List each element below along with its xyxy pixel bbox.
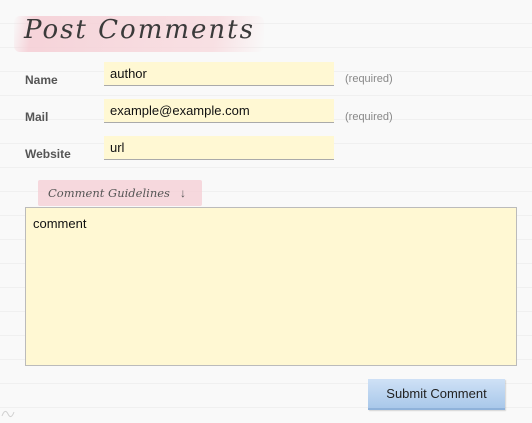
doodle-icon <box>1 410 15 418</box>
doodle-decoration <box>0 404 20 423</box>
mail-field[interactable] <box>104 99 334 123</box>
website-label: Website <box>25 147 71 161</box>
page-title: Post Comments <box>24 15 255 45</box>
website-field[interactable] <box>104 136 334 160</box>
mail-label: Mail <box>25 110 49 124</box>
submit-comment-button[interactable]: Submit Comment <box>368 379 505 410</box>
mail-required-note: (required) <box>345 111 393 123</box>
name-label: Name <box>25 73 58 87</box>
name-required-note: (required) <box>345 73 393 85</box>
name-field[interactable] <box>104 62 334 86</box>
comment-textarea[interactable] <box>25 207 517 366</box>
arrow-down-icon: ↓ <box>180 186 186 200</box>
guidelines-link[interactable]: Comment Guidelines <box>48 186 170 200</box>
